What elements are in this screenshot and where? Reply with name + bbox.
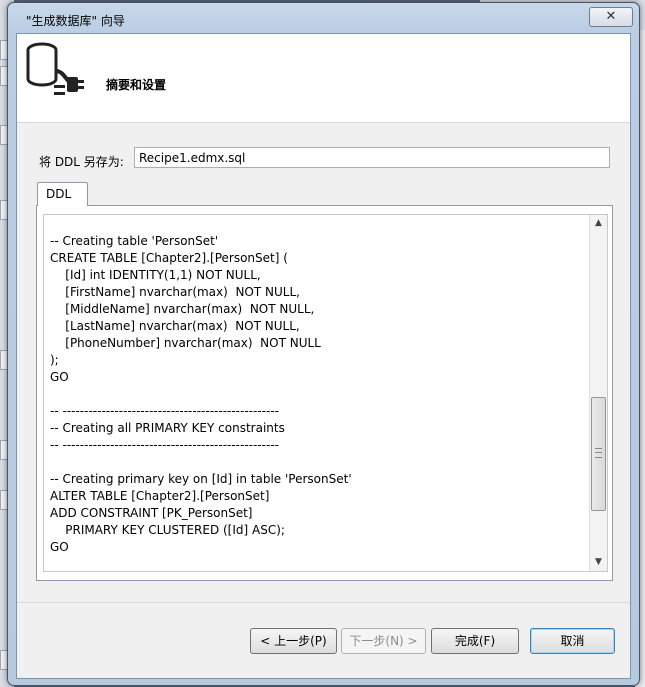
ddl-text-area[interactable]: -- Creating table 'PersonSet' CREATE TAB… [43,214,608,572]
save-ddl-label: 将 DDL 另存为: [39,155,124,169]
tab-ddl[interactable]: DDL [37,182,88,206]
dialog-body: 摘要和设置 将 DDL 另存为: DDL -- Creating table '… [16,33,631,679]
close-icon: ✕ [605,9,617,24]
tab-label: DDL [46,187,72,201]
previous-button[interactable]: < 上一步(P) [250,628,337,654]
ddl-tab-panel: -- Creating table 'PersonSet' CREATE TAB… [36,205,613,581]
close-button[interactable]: ✕ [589,7,633,27]
database-plug-icon [26,42,84,95]
next-button[interactable]: 下一步(N) > [341,628,426,654]
grip-icon [595,448,602,458]
save-ddl-filename-input[interactable] [134,147,610,168]
finish-button[interactable]: 完成(F) [431,628,519,654]
wizard-header: 摘要和设置 [17,34,630,123]
ddl-code: -- Creating table 'PersonSet' CREATE TAB… [50,234,352,554]
window-title: "生成数据库" 向导 [26,14,125,28]
scrollbar-thumb[interactable] [591,397,606,511]
cancel-button[interactable]: 取消 [530,628,615,654]
page-title: 摘要和设置 [106,78,167,92]
footer-divider [17,602,630,603]
scroll-up-icon[interactable]: ▲ [590,215,607,232]
wizard-dialog: "生成数据库" 向导 ✕ 摘要和设置 将 DDL 另存为: DDL [7,2,640,686]
title-bar[interactable]: "生成数据库" 向导 ✕ [8,3,639,33]
scroll-down-icon[interactable]: ▼ [590,554,607,571]
vertical-scrollbar[interactable]: ▲ ▼ [589,215,607,571]
